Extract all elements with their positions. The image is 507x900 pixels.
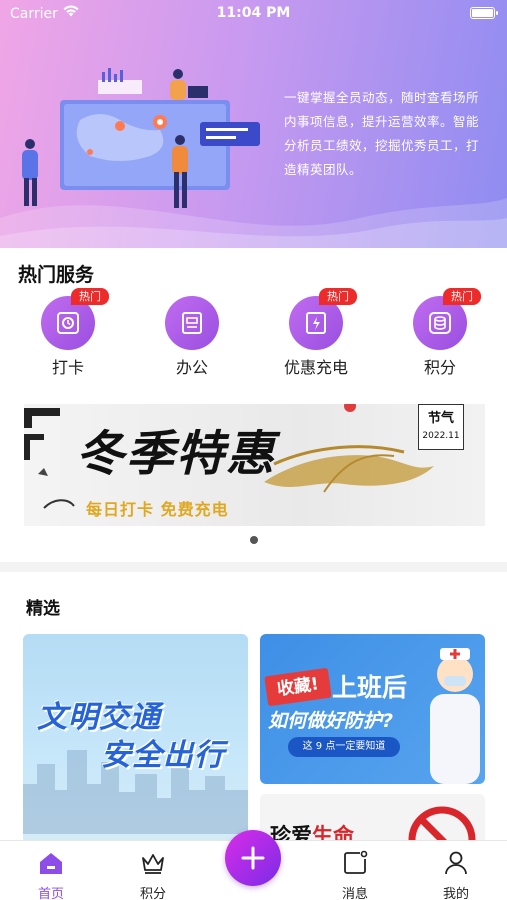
service-label: 打卡 [51, 358, 84, 377]
home-icon [40, 853, 62, 874]
service-label: 积分 [423, 358, 456, 377]
hot-badge: 热门 [443, 288, 481, 305]
featured-card-protection[interactable]: 收藏! 上班后 如何做好防护? 这 9 点一定要知道 [260, 634, 485, 784]
hero-banner: 一键掌握全员动态，随时查看场所内事项信息，提升运营效率。智能分析员工绩效，挖掘优… [0, 0, 507, 248]
tab-label: 首页 [37, 887, 64, 900]
crown-icon [142, 854, 164, 874]
banner-title: 冬季特惠 [76, 426, 277, 482]
hero-illustration [22, 68, 260, 208]
featured-card-traffic[interactable]: 文明交通 安全出行 [23, 634, 248, 844]
tab-label: 我的 [442, 887, 469, 900]
carousel-indicator[interactable] [250, 536, 258, 544]
tab-messages[interactable]: 消息 [315, 841, 395, 900]
tab-profile[interactable]: 我的 [416, 841, 496, 900]
traffic-line2: 安全出行 [101, 738, 225, 773]
tab-label: 消息 [341, 887, 368, 900]
hot-badge: 热门 [71, 288, 109, 305]
promo-banner[interactable]: 冬季特惠 每日打卡 免费充电 节气 2022.11 [24, 404, 485, 526]
service-label: 优惠充电 [283, 358, 348, 377]
banner-subtitle: 每日打卡 免费充电 [86, 500, 229, 519]
service-punch-card[interactable]: 热门 打卡 [18, 288, 118, 378]
status-bar: Carrier 11:04 PM [0, 0, 507, 28]
message-icon [344, 850, 368, 874]
service-points[interactable]: 热门 积分 [390, 288, 490, 378]
tab-label: 积分 [139, 887, 166, 900]
tag-date: 2022.11 [422, 431, 460, 441]
tab-home[interactable]: 首页 [11, 841, 91, 900]
office-icon [165, 296, 219, 350]
hot-services-title: 热门服务 [18, 264, 95, 286]
user-icon [445, 851, 467, 875]
hot-services-grid: 热门 打卡 办公 热门 优惠充电 热门 积分 [0, 288, 507, 378]
hot-badge: 热门 [319, 288, 357, 305]
service-charging[interactable]: 热门 优惠充电 [266, 288, 366, 378]
tag-title: 节气 [427, 411, 454, 426]
service-label: 办公 [175, 358, 208, 377]
featured-title: 精选 [26, 599, 60, 619]
add-button[interactable] [225, 830, 281, 886]
protection-headline: 上班后 [332, 673, 408, 702]
tab-points[interactable]: 积分 [113, 841, 193, 900]
clock: 11:04 PM [216, 5, 291, 21]
hero-description: 一键掌握全员动态，随时查看场所内事项信息，提升运营效率。智能分析员工绩效，挖掘优… [284, 90, 480, 177]
service-office[interactable]: 办公 [142, 292, 242, 378]
section-divider [0, 562, 507, 572]
protection-subline: 如何做好防护? [268, 710, 394, 732]
battery-icon [470, 7, 498, 19]
banner-solar-term-tag: 节气 2022.11 [418, 404, 464, 450]
plus-icon [241, 846, 265, 870]
protection-pill: 这 9 点一定要知道 [288, 737, 400, 757]
